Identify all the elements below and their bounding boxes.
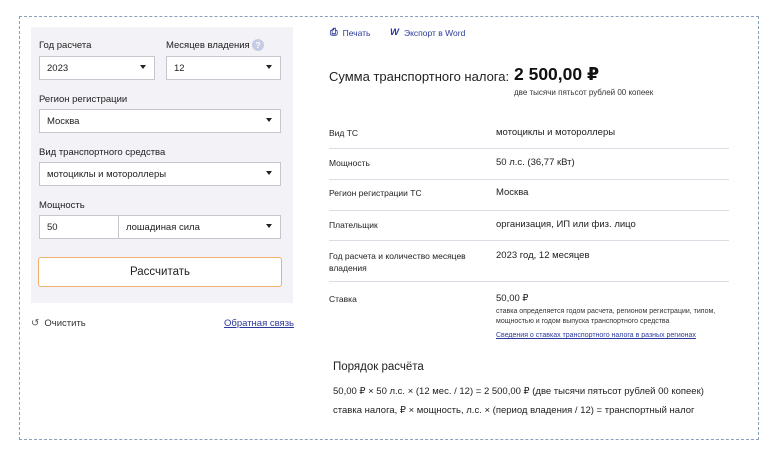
months-select-value: 12 [174, 62, 185, 74]
region-select[interactable]: Москва [39, 109, 281, 133]
months-select[interactable]: 12 [166, 56, 281, 80]
tax-sum-value: 2 500,00 ₽ [514, 64, 600, 84]
vehicle-type-select-value: мотоциклы и мотороллеры [47, 168, 167, 180]
result-row-value: 2023 год, 12 месяцев [496, 250, 590, 261]
result-row-region: Регион регистрации ТС Москва [329, 187, 729, 211]
result-row-payer: Плательщик организация, ИП или физ. лицо [329, 219, 729, 241]
tax-sum-words: две тысячи пятьсот рублей 00 копеек [514, 88, 654, 97]
result-row-key: Мощность [329, 158, 370, 168]
power-input-value: 50 [47, 221, 58, 233]
rate-info-link[interactable]: Сведения о ставках транспортного налога … [496, 332, 696, 339]
year-select[interactable]: 2023 [39, 56, 155, 80]
chevron-down-icon [266, 171, 272, 175]
export-word-label: Экспорт в Word [403, 27, 466, 38]
region-label: Регион регистрации [39, 94, 128, 105]
print-button[interactable]: ⎙ Печать [330, 27, 370, 38]
tax-sum-label: Сумма транспортного налога: [329, 69, 510, 84]
power-unit-value: лошадиная сила [126, 221, 200, 233]
print-label: Печать [342, 27, 371, 38]
year-label: Год расчета [39, 40, 92, 51]
result-row-year-months: Год расчета и количество месяцев владени… [329, 250, 729, 282]
result-row-value: мотоциклы и мотороллеры [496, 127, 616, 138]
clear-label: Очистить [44, 318, 86, 329]
vehicle-type-label: Вид транспортного средства [39, 147, 166, 158]
chevron-down-icon [266, 118, 272, 122]
calculate-button[interactable]: Рассчитать [38, 257, 282, 287]
help-icon[interactable]: ? [252, 39, 264, 51]
printer-icon: ⎙ [330, 27, 338, 38]
region-select-value: Москва [47, 115, 80, 127]
chevron-down-icon [140, 65, 146, 69]
rate-note: ставка определяется годом расчета, регио… [496, 308, 716, 325]
power-input[interactable]: 50 [39, 215, 119, 239]
result-row-key: Регион регистрации ТС [329, 188, 422, 198]
result-row-key: Год расчета и количество месяцев владени… [329, 251, 466, 273]
power-label: Мощность [39, 200, 85, 211]
result-row-value: Москва [496, 187, 529, 198]
word-icon: W [390, 27, 399, 38]
result-row-key: Плательщик [329, 220, 378, 230]
export-word-button[interactable]: W Экспорт в Word [390, 27, 465, 38]
reset-icon: ↺ [31, 318, 40, 329]
year-select-value: 2023 [47, 62, 69, 74]
result-row-value: 50 л.с. (36,77 кВт) [496, 157, 575, 168]
calculation-formula-values: 50,00 ₽ × 50 л.с. × (12 мес. / 12) = 2 5… [333, 386, 704, 397]
calculation-formula-generic: ставка налога, ₽ × мощность, л.с. × (пер… [333, 405, 695, 416]
result-row-power: Мощность 50 л.с. (36,77 кВт) [329, 157, 729, 180]
result-row-key: Вид ТС [329, 128, 359, 138]
result-row-value: 50,00 ₽ [496, 293, 529, 304]
result-row-value: организация, ИП или физ. лицо [496, 219, 636, 230]
clear-button[interactable]: ↺ Очистить [31, 318, 86, 329]
calculation-order-title: Порядок расчёта [333, 361, 424, 373]
power-unit-select[interactable]: лошадиная сила [118, 215, 281, 239]
vehicle-type-select[interactable]: мотоциклы и мотороллеры [39, 162, 281, 186]
chevron-down-icon [266, 224, 272, 228]
feedback-link[interactable]: Обратная связь [224, 318, 294, 329]
result-row-vehicle-type: Вид ТС мотоциклы и мотороллеры [329, 127, 729, 149]
months-label: Месяцев владения [166, 40, 250, 51]
chevron-down-icon [266, 65, 272, 69]
result-row-key: Ставка [329, 294, 357, 304]
